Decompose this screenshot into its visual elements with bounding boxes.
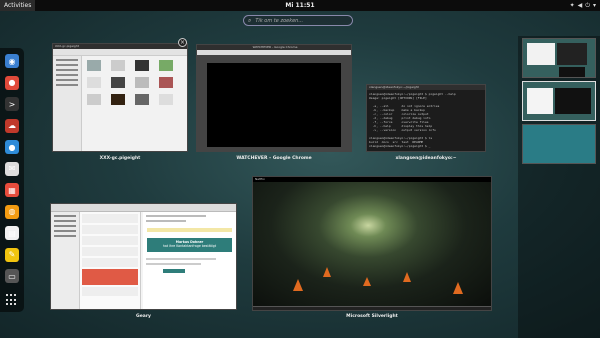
cone bbox=[323, 267, 331, 277]
workspace-thumbnail-3[interactable] bbox=[522, 124, 596, 164]
folder-list bbox=[51, 212, 80, 309]
notes-icon[interactable]: ✎ bbox=[5, 247, 19, 262]
search-placeholder: Tik om te zoeken... bbox=[255, 17, 304, 24]
window-label: WATCHEVER – Google Chrome bbox=[236, 156, 312, 161]
file-icon[interactable] bbox=[135, 94, 149, 105]
list-item[interactable] bbox=[82, 225, 138, 234]
close-icon[interactable]: × bbox=[178, 38, 187, 47]
message-view: Markus Dohner hat ihre Kontaktanfrage be… bbox=[143, 212, 236, 309]
calendar-icon[interactable]: ▦ bbox=[5, 183, 19, 197]
cone bbox=[403, 272, 411, 282]
activities-button[interactable]: Activities bbox=[0, 0, 36, 11]
terminal-output: xlangsen@ideanfokyo:~/pigeight $ pigeigh… bbox=[369, 92, 456, 148]
window-geary[interactable]: Markus Dohner hat ihre Kontaktanfrage be… bbox=[50, 203, 237, 310]
video-area bbox=[207, 63, 341, 147]
window-terminal[interactable]: xlangsen@ideanfokyo:~/pigeight xlangsen@… bbox=[366, 84, 486, 152]
dash: ◉ ● > ☁ ● ✉ ▦ ◍ ▤ ✎ ▭ bbox=[0, 48, 24, 312]
file-icon[interactable] bbox=[111, 94, 125, 105]
workspace-thumbnail-2[interactable] bbox=[522, 81, 596, 121]
email-banner: Markus Dohner hat ihre Kontaktanfrage be… bbox=[147, 238, 232, 252]
file-grid bbox=[87, 60, 185, 105]
chevron-down-icon[interactable]: ▾ bbox=[593, 1, 596, 10]
screen-icon[interactable]: ▭ bbox=[5, 269, 19, 283]
file-icon[interactable] bbox=[87, 60, 101, 71]
list-item[interactable] bbox=[82, 214, 138, 223]
mail-icon[interactable]: ✉ bbox=[5, 161, 19, 176]
power-icon[interactable]: ⏻ bbox=[585, 1, 590, 10]
file-icon[interactable] bbox=[87, 77, 101, 88]
volume-icon[interactable]: ◀ bbox=[578, 1, 583, 10]
window-label: XXX-gc.pigeight bbox=[99, 156, 141, 161]
workspace-thumbnail-1[interactable] bbox=[522, 38, 596, 78]
chat-icon[interactable]: ● bbox=[5, 140, 19, 154]
file-icon[interactable] bbox=[135, 77, 149, 88]
list-item[interactable] bbox=[82, 247, 138, 256]
sidebar bbox=[53, 56, 82, 151]
window-label: Geary bbox=[136, 314, 151, 319]
header-bar bbox=[51, 204, 236, 212]
window-file-manager[interactable]: XXX-gc.pigeight bbox=[52, 43, 188, 152]
file-icon[interactable] bbox=[159, 94, 173, 105]
window-label: xlangsen@ideanfokyo:~ bbox=[395, 156, 457, 161]
top-bar: Activities Mi 11:51 ✦ ◀ ⏻ ▾ bbox=[0, 0, 600, 11]
cone bbox=[363, 277, 371, 286]
cone bbox=[293, 279, 303, 291]
window-chrome[interactable]: WATCHEVER - Google Chrome bbox=[196, 44, 352, 152]
clock[interactable]: Mi 11:51 bbox=[285, 2, 314, 9]
file-icon[interactable] bbox=[159, 77, 173, 88]
document-icon[interactable]: ▤ bbox=[5, 226, 19, 240]
message-list bbox=[80, 212, 141, 309]
cone bbox=[453, 282, 463, 294]
banner-subheading: hat ihre Kontaktanfrage bestätigt bbox=[162, 244, 217, 248]
file-icon[interactable] bbox=[159, 60, 173, 71]
list-item-selected[interactable] bbox=[82, 269, 138, 285]
file-icon[interactable] bbox=[135, 60, 149, 71]
file-icon[interactable] bbox=[111, 77, 125, 88]
list-item[interactable] bbox=[82, 287, 138, 296]
list-item[interactable] bbox=[82, 236, 138, 245]
earth-icon[interactable]: ◉ bbox=[5, 54, 19, 68]
terminal-icon[interactable]: > bbox=[5, 97, 19, 111]
address-bar bbox=[197, 50, 351, 55]
list-item[interactable] bbox=[82, 258, 138, 267]
toolbar bbox=[53, 49, 187, 56]
file-icon[interactable] bbox=[87, 94, 101, 105]
firefox-icon[interactable]: ◍ bbox=[5, 204, 19, 219]
cloud-icon[interactable]: ☁ bbox=[5, 118, 19, 133]
window-label: Microsoft Silverlight bbox=[346, 314, 398, 319]
file-icon[interactable] bbox=[111, 60, 125, 71]
search-icon: ⌕ bbox=[248, 16, 252, 24]
accessibility-icon[interactable]: ✦ bbox=[570, 1, 575, 10]
chrome-icon[interactable]: ● bbox=[5, 75, 19, 90]
player-controls[interactable] bbox=[253, 306, 491, 310]
show-applications-button[interactable] bbox=[6, 294, 18, 306]
system-tray[interactable]: ✦ ◀ ⏻ ▾ bbox=[570, 1, 596, 10]
window-silverlight[interactable]: Netflix bbox=[252, 176, 492, 311]
confirm-button[interactable] bbox=[163, 269, 185, 273]
search-input[interactable]: ⌕ Tik om te zoeken... bbox=[243, 15, 353, 26]
